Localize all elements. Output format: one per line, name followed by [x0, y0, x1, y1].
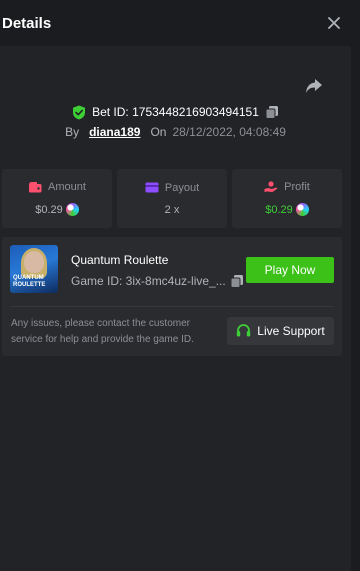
copy-game-id-icon[interactable] — [230, 274, 244, 288]
stat-profit-value: $0.29 — [265, 203, 293, 216]
stats-row: Amount $0.29 Payout 2 x Profit $0.29 — [2, 169, 342, 228]
close-icon — [328, 17, 340, 29]
help-text: Any issues, please contact the customer … — [11, 318, 194, 345]
thumb-title: QUANTUM ROULETTE — [13, 275, 46, 288]
game-thumbnail[interactable]: QUANTUM ROULETTE — [10, 245, 58, 293]
coin-icon — [65, 203, 79, 216]
stat-amount-value-wrap: $0.29 — [35, 203, 79, 216]
username-link[interactable]: diana189 — [89, 125, 140, 139]
stat-amount-value: $0.29 — [35, 203, 63, 216]
hand-coin-icon — [264, 181, 278, 192]
wallet-icon — [29, 182, 42, 193]
live-support-label: Live Support — [257, 324, 325, 338]
bet-id-text: Bet ID: 1753448216903494151 — [92, 105, 259, 119]
stat-profit-value-wrap: $0.29 — [265, 203, 309, 216]
headset-icon — [237, 324, 251, 337]
close-button[interactable] — [324, 13, 344, 33]
stat-profit-head: Profit — [264, 181, 310, 193]
game-id-text: Game ID: 3ix-8mc4uz-live_... — [71, 274, 226, 288]
game-card: QUANTUM ROULETTE Quantum Roulette Game I… — [2, 237, 342, 356]
divider — [10, 306, 334, 307]
play-now-button[interactable]: Play Now — [246, 257, 334, 283]
by-label: By — [65, 125, 80, 139]
share-icon — [306, 79, 322, 93]
copy-bet-id-icon[interactable] — [265, 105, 279, 119]
stat-payout-head: Payout — [145, 182, 199, 194]
thumb-face — [24, 251, 44, 273]
stat-amount-label: Amount — [48, 181, 86, 193]
stat-amount-head: Amount — [28, 181, 86, 193]
stat-payout-value-wrap: 2 x — [165, 204, 180, 216]
header-title: Details — [2, 14, 52, 32]
shield-check-icon — [73, 105, 86, 119]
stat-payout-value: 2 x — [164, 203, 180, 216]
details-header: Details — [0, 0, 360, 46]
game-name: Quantum Roulette — [71, 253, 169, 267]
stat-amount: Amount $0.29 — [2, 169, 112, 228]
coin-icon — [295, 203, 309, 216]
bet-meta-row: By diana189 On 28/12/2022, 04:08:49 — [0, 124, 351, 140]
bet-id-row: Bet ID: 1753448216903494151 — [0, 102, 351, 122]
live-support-button[interactable]: Live Support — [227, 317, 334, 345]
stat-payout-label: Payout — [164, 181, 200, 194]
game-id-row: Game ID: 3ix-8mc4uz-live_... — [71, 274, 244, 288]
stat-payout: Payout 2 x — [117, 169, 227, 228]
scrollbar[interactable] — [351, 46, 360, 571]
bet-date: 28/12/2022, 04:08:49 — [172, 125, 286, 139]
stat-profit: Profit $0.29 — [232, 169, 342, 228]
card-icon — [145, 182, 159, 193]
stat-profit-label: Profit — [284, 181, 310, 193]
share-button[interactable] — [305, 78, 327, 96]
on-label: On — [150, 125, 167, 139]
